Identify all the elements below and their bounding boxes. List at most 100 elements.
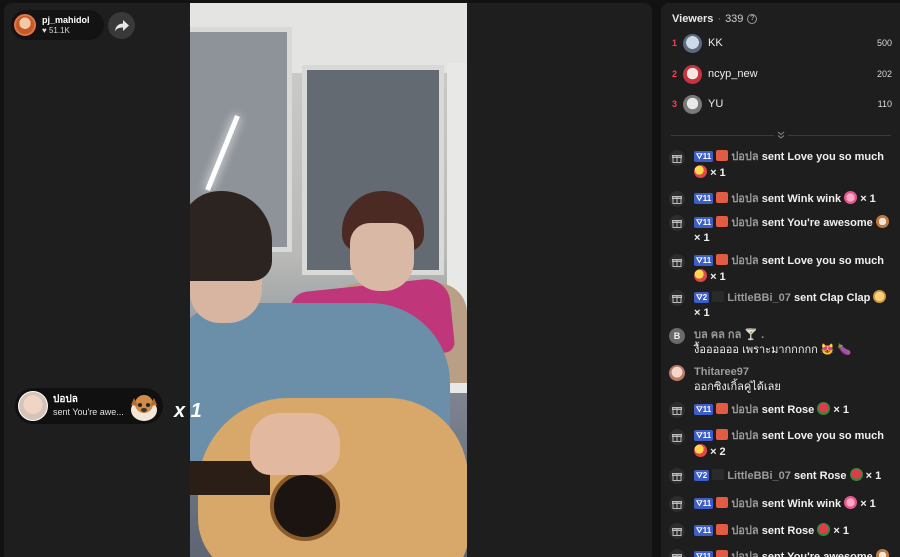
gift-action-text: sent Love you so much	[761, 255, 884, 267]
toast-text: ปอปล sent You're awe...	[53, 394, 124, 418]
chat-gift-body: ⛛2 LittleBBi_07 sent Clap Clap × 1	[694, 290, 893, 321]
chat-username[interactable]: ปอปล	[731, 217, 758, 229]
level-badge: ⛛11	[694, 217, 714, 228]
level-number: 11	[702, 526, 712, 535]
gift-box-icon	[669, 150, 685, 166]
video-hand	[250, 413, 340, 475]
chat-gift-message: ⛛11 ปอปล sent Rose × 1	[669, 402, 893, 418]
chevron-down-icon	[777, 131, 785, 139]
viewers-separator: ·	[717, 13, 722, 25]
clap-clap-gift-icon	[873, 290, 887, 303]
wink-wink-gift-icon	[844, 191, 858, 204]
chat-comment-text: ออกซิงเกิ้ลคู่ได้เลย	[694, 381, 781, 393]
gift-box-icon	[669, 215, 685, 231]
rose-gift-icon	[817, 402, 831, 415]
info-icon[interactable]: ?	[747, 14, 758, 24]
live-video[interactable]	[190, 3, 467, 557]
chat-username[interactable]: ปอปล	[731, 404, 758, 416]
host-likes: ♥ 51.1K	[42, 25, 90, 35]
viewer-name[interactable]: YU	[708, 98, 723, 110]
chat-username[interactable]: LittleBBi_07	[727, 292, 791, 304]
host-likes-count: 51.1K	[48, 25, 70, 35]
toast-sender-avatar	[18, 391, 48, 421]
commenter-avatar[interactable]: B	[669, 328, 685, 344]
chat-gift-message: ⛛11 ปอปล sent Love you so much × 2	[669, 429, 893, 460]
chat-comment-text: งื้ออออออ เพราะมากกกกก 😻 🍆	[694, 344, 852, 356]
home-badge-icon	[712, 291, 725, 302]
rose-gift-icon	[817, 523, 831, 536]
level-number: 11	[702, 431, 712, 440]
top-viewer-row[interactable]: 3 YU 110	[661, 92, 900, 116]
chat-username[interactable]: ปอปล	[731, 255, 758, 267]
fan-heart-badge-icon	[716, 524, 729, 535]
viewer-avatar[interactable]	[683, 33, 702, 53]
level-badge: ⛛2	[694, 470, 710, 481]
chat-gift-message: ⛛11 ปอปล sent You're awesome × 1	[669, 215, 893, 246]
level-badge: ⛛11	[694, 525, 714, 536]
commenter-avatar[interactable]	[669, 365, 685, 381]
expand-viewers-button[interactable]	[774, 128, 788, 142]
level-number: 11	[702, 405, 712, 414]
chat-gift-body: ⛛11 ปอปล sent Rose × 1	[694, 402, 893, 418]
gift-action-text: sent Wink wink	[761, 498, 842, 510]
level-number: 11	[702, 499, 712, 508]
toast-message: sent You're awe...	[53, 406, 124, 417]
gift-action-text: sent Clap Clap	[793, 292, 871, 304]
chat-gift-body: ⛛11 ปอปล sent Love you so much × 1	[694, 150, 893, 181]
level-badge: ⛛11	[694, 404, 714, 415]
gift-box-icon	[669, 468, 685, 484]
chat-username[interactable]: ปอปล	[731, 551, 758, 557]
chat-username[interactable]: บล คล กล 🍸 .	[694, 328, 893, 343]
chat-username[interactable]: ปอปล	[731, 151, 758, 163]
host-avatar[interactable]	[14, 14, 36, 36]
host-text: pj_mahidol ♥ 51.1K	[42, 15, 90, 35]
chat-gift-message: ⛛11 ปอปล sent Rose × 1	[669, 523, 893, 539]
youre-awesome-gift-icon	[131, 395, 157, 421]
chat-username[interactable]: ปอปล	[731, 498, 758, 510]
viewer-avatar[interactable]	[683, 64, 702, 84]
gift-action-text: sent Rose	[793, 470, 847, 482]
gift-box-icon	[669, 290, 685, 306]
level-number: 11	[702, 194, 712, 203]
chat-gift-body: ⛛11 ปอปล sent Wink wink × 1	[694, 496, 893, 512]
chat-username[interactable]: ปอปล	[731, 193, 758, 205]
gift-action-text: sent You're awesome	[761, 551, 873, 557]
chat-gift-body: ⛛11 ปอปล sent Love you so much × 2	[694, 429, 893, 460]
gift-count: × 1	[710, 167, 726, 179]
gift-count: × 1	[694, 232, 710, 244]
gift-box-icon	[669, 549, 685, 557]
host-name[interactable]: pj_mahidol	[42, 15, 90, 25]
viewer-avatar[interactable]	[683, 94, 702, 114]
video-guitar-soundhole	[270, 471, 340, 541]
viewer-name[interactable]: ncyp_new	[708, 68, 758, 80]
level-icon: ⛛	[696, 471, 703, 480]
chat-username[interactable]: ปอปล	[731, 430, 758, 442]
love-you-so-much-gift-icon	[694, 165, 707, 178]
level-icon: ⛛	[696, 218, 703, 227]
level-icon: ⛛	[696, 293, 703, 302]
chat-username[interactable]: LittleBBi_07	[727, 470, 791, 482]
chat-username[interactable]: Thitaree97	[694, 365, 893, 380]
gift-box-icon	[669, 496, 685, 512]
chat-username[interactable]: ปอปล	[731, 525, 758, 537]
level-number: 11	[702, 218, 712, 227]
level-icon: ⛛	[696, 499, 703, 508]
top-viewer-row[interactable]: 2 ncyp_new 202	[661, 62, 900, 86]
viewers-count: 339	[725, 13, 744, 25]
gift-box-icon	[669, 254, 685, 270]
gift-count: × 1	[833, 525, 850, 537]
viewer-score: 202	[876, 69, 892, 79]
host-info[interactable]: pj_mahidol ♥ 51.1K	[11, 10, 104, 40]
level-badge: ⛛11	[694, 498, 714, 509]
viewers-panel: Viewers · 339 ? 1 KK 500 2 ncyp_new 202 …	[661, 3, 900, 557]
top-viewer-row[interactable]: 1 KK 500	[661, 31, 900, 55]
love-you-so-much-gift-icon	[694, 269, 707, 282]
gift-count: × 1	[860, 498, 876, 510]
level-badge: ⛛11	[694, 430, 714, 441]
viewer-name[interactable]: KK	[708, 37, 723, 49]
level-badge: ⛛11	[694, 193, 714, 204]
viewers-header: Viewers · 339 ?	[672, 13, 758, 25]
share-button[interactable]	[108, 12, 135, 39]
youre-awesome-gift-icon	[875, 549, 889, 557]
fan-heart-badge-icon	[716, 403, 729, 414]
